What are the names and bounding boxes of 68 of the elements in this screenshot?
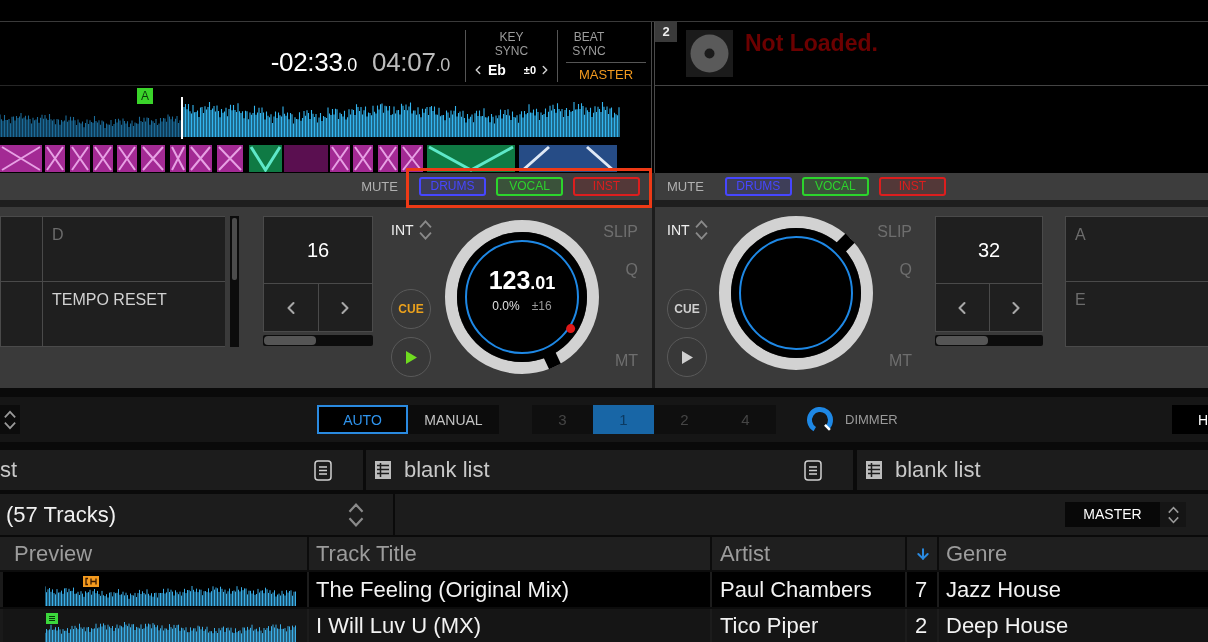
scrollbar[interactable] (263, 335, 373, 346)
column-header[interactable]: Preview (0, 537, 307, 570)
loop-length-button[interactable]: 32 (936, 217, 1042, 283)
table-cell: 2 (905, 609, 937, 642)
track-count: (57 Tracks) (5, 501, 117, 528)
playlist-icon (866, 461, 882, 479)
scrollbar[interactable] (935, 335, 1043, 346)
total-time: 04:07.0 (372, 47, 450, 79)
table-row[interactable]: The Feeling (Original Mix) Paul Chambers 7 Jazz House (0, 572, 1208, 609)
playlist-title[interactable]: st (0, 457, 18, 483)
column-header[interactable]: Track Title (307, 537, 710, 570)
cue-marker: A (137, 88, 153, 104)
hot-cue-pad[interactable]: D (43, 217, 225, 281)
table-cell: The Feeling (Original Mix) (307, 572, 710, 607)
updown-icon[interactable] (348, 502, 364, 527)
bpm-readout: 123.01 (488, 265, 556, 296)
jog-wheel[interactable] (445, 220, 599, 374)
table-cell: Paul Chambers (710, 572, 905, 607)
hot-cue-pad[interactable]: TEMPO RESET (43, 282, 225, 346)
toolbar-button[interactable]: H (1172, 405, 1208, 434)
load-status: Not Loaded. (745, 30, 878, 56)
pitch-readout: 0.0% (492, 299, 520, 313)
column-header[interactable]: Genre (937, 537, 1208, 570)
table-cell: Tico Piper (710, 609, 905, 642)
jog-wheel[interactable] (719, 216, 873, 370)
mode-toggle-option[interactable]: MANUAL (408, 405, 499, 434)
table-cell: Deep House (937, 609, 1208, 642)
playlist-title[interactable]: blank list (404, 457, 490, 483)
scrollbar[interactable] (230, 216, 239, 347)
remaining-time: -02:33.0 (270, 47, 357, 79)
table-cell: I Will Luv U (MX) (307, 609, 710, 642)
key-offset: ±0 (523, 64, 536, 76)
dimmer-label: DIMMER (845, 412, 898, 427)
loop-length-button[interactable]: 16 (264, 217, 372, 283)
beat-sync-label: BEAT SYNC (571, 30, 607, 58)
play-button[interactable] (391, 337, 431, 377)
mode-toggle-option[interactable]: AUTO (317, 405, 408, 434)
key-value: Eb (487, 62, 506, 78)
hot-cue-pad[interactable]: A (1066, 217, 1208, 281)
list-icon[interactable] (804, 459, 822, 481)
int-label: INT (391, 221, 414, 238)
table-cell: Jazz House (937, 572, 1208, 607)
column-header[interactable]: Artist (710, 537, 905, 570)
cue-button[interactable]: CUE (667, 289, 707, 329)
playlist-icon (375, 461, 391, 479)
int-label: INT (667, 221, 690, 238)
mute-button[interactable]: VOCAL (801, 177, 869, 196)
play-button[interactable] (667, 337, 707, 377)
sort-arrow-icon (915, 545, 931, 562)
table-row[interactable]: I Will Luv U (MX) Tico Piper 2 Deep House (0, 609, 1208, 642)
play-icon (405, 350, 417, 364)
deck-number-badge: 2 (655, 22, 677, 42)
updown-icon[interactable] (1167, 505, 1179, 524)
mute-button[interactable]: VOCAL (496, 177, 563, 196)
master-button[interactable]: MASTER (566, 62, 646, 82)
hot-cue-pad[interactable]: E (1066, 282, 1208, 346)
play-icon (681, 350, 693, 364)
mute-label: MUTE (667, 179, 704, 194)
updown-icon[interactable] (418, 219, 432, 240)
cue-button[interactable]: CUE (391, 289, 431, 329)
pitch-range: ±16 (531, 299, 552, 313)
updown-icon[interactable] (694, 219, 708, 240)
mute-label: MUTE (361, 179, 398, 194)
playlist-title[interactable]: blank list (895, 457, 981, 483)
updown-icon[interactable] (4, 409, 16, 430)
list-icon[interactable] (314, 459, 332, 481)
table-cell: 7 (905, 572, 937, 607)
key-sync-label: KEY SYNC (493, 30, 530, 58)
